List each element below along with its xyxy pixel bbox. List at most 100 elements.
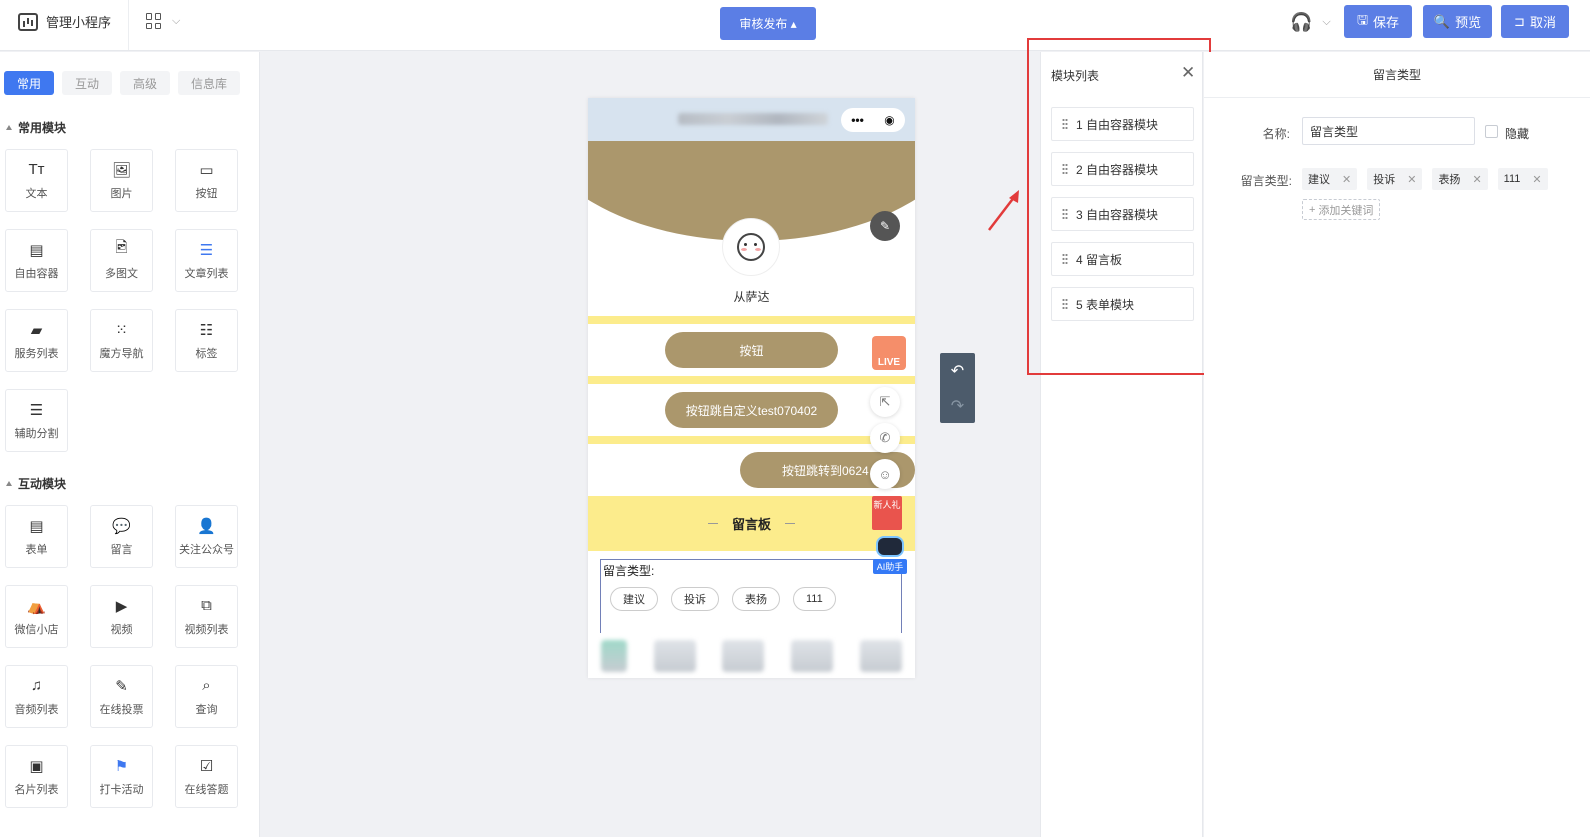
button-icon: ▭ xyxy=(199,161,214,179)
tab-icon[interactable] xyxy=(859,639,902,672)
gift-badge[interactable]: 新人礼 xyxy=(872,496,902,530)
ai-assistant[interactable]: AI助手 xyxy=(870,536,910,574)
module-free-container[interactable]: ▤ 自由容器 xyxy=(5,229,68,292)
tab-icon[interactable] xyxy=(653,639,696,672)
close-icon[interactable]: ✕ xyxy=(1472,173,1481,186)
module-checkin[interactable]: ⚑ 打卡活动 xyxy=(90,745,153,808)
search-icon: 🔍 xyxy=(1433,13,1451,29)
name-input[interactable]: 留言类型 xyxy=(1302,117,1475,145)
module-card-list[interactable]: ▣ 名片列表 xyxy=(5,745,68,808)
module-article-list[interactable]: ☰ 文章列表 xyxy=(175,229,238,292)
close-icon[interactable]: ✕ xyxy=(1342,173,1351,186)
message-type-label: 留言类型: xyxy=(603,564,655,578)
close-icon[interactable]: ✕ xyxy=(1532,173,1541,186)
chevron-down-icon: ⌵ xyxy=(1322,16,1331,28)
module-label: 查询 xyxy=(195,703,218,716)
tab-advanced[interactable]: 高级 xyxy=(120,71,171,95)
module-button[interactable]: ▭ 按钮 xyxy=(175,149,238,212)
avatar[interactable] xyxy=(722,218,780,276)
module-magic-nav[interactable]: ⁙ 魔方导航 xyxy=(90,309,153,372)
module-video-list[interactable]: ⧉ 视频列表 xyxy=(175,585,238,648)
more-icon: ••• xyxy=(851,113,864,127)
chip[interactable]: 投诉 xyxy=(671,587,719,611)
message-type-chips: 建议 投诉 表扬 111 xyxy=(610,587,836,611)
module-message[interactable]: 💬 留言 xyxy=(90,505,153,568)
module-image[interactable]: 🖼 图片 xyxy=(90,149,153,212)
tab-home-icon[interactable] xyxy=(601,639,628,672)
phone-button-2[interactable]: 按钮跳自定义test070402 xyxy=(665,392,838,428)
chip[interactable]: 111 xyxy=(793,587,836,611)
app-switcher[interactable]: ⌵ xyxy=(146,13,180,29)
module-multi-image[interactable]: 🖻 多图文 xyxy=(90,229,153,292)
module-audio-list[interactable]: ♫ 音频列表 xyxy=(5,665,68,728)
undo-icon: ↶ xyxy=(950,362,965,380)
module-label: 文本 xyxy=(25,187,48,200)
module-video[interactable]: ▶ 视频 xyxy=(90,585,153,648)
module-label: 视频 xyxy=(110,623,133,636)
plus-icon: + xyxy=(1309,203,1316,216)
hide-checkbox[interactable] xyxy=(1485,125,1498,138)
tab-icon[interactable] xyxy=(722,639,765,672)
collapse-icon xyxy=(6,125,12,130)
divider xyxy=(707,523,718,524)
support-menu[interactable]: 🎧 ⌵ xyxy=(1290,12,1331,33)
module-follow-account[interactable]: 👤 关注公众号 xyxy=(175,505,238,568)
save-icon: 🖫 xyxy=(1356,11,1369,27)
section-common-title[interactable]: 常用模块 xyxy=(6,119,66,136)
share-icon[interactable]: ⇱ xyxy=(870,387,900,417)
module-vote[interactable]: ✎ 在线投票 xyxy=(90,665,153,728)
wechat-icon[interactable]: ☺ xyxy=(870,459,900,489)
image-icon: 🖼 xyxy=(111,161,132,179)
module-quiz[interactable]: ☑ 在线答题 xyxy=(175,745,238,808)
grid-icon xyxy=(146,13,162,29)
live-badge[interactable]: LIVE xyxy=(872,336,906,370)
tag-label: 建议 xyxy=(1308,174,1330,186)
keyword-tag: 投诉 ✕ xyxy=(1367,168,1423,190)
chip[interactable]: 建议 xyxy=(610,587,658,611)
add-keyword-button[interactable]: + 添加关键词 xyxy=(1302,199,1381,220)
keyword-tag: 111 ✕ xyxy=(1497,168,1548,190)
headset-icon: 🎧 xyxy=(1290,12,1313,32)
live-label: LIVE xyxy=(877,357,901,368)
module-tag[interactable]: ☷ 标签 xyxy=(175,309,238,372)
cancel-button[interactable]: ⊐ 取消 xyxy=(1501,5,1569,38)
module-query[interactable]: ⌕ 查询 xyxy=(175,665,238,728)
redo-button[interactable]: ↷ xyxy=(940,388,975,423)
section-interactive-title[interactable]: 互动模块 xyxy=(6,475,66,492)
module-form[interactable]: ▤ 表单 xyxy=(5,505,68,568)
message-board-banner: 留言板 xyxy=(588,496,915,551)
module-label: 在线投票 xyxy=(99,703,144,716)
brand[interactable]: 管理小程序 xyxy=(18,12,111,31)
highlight-box xyxy=(1027,38,1211,375)
history-controls: ↶ ↷ xyxy=(940,353,975,423)
message-board-title: 留言板 xyxy=(731,517,771,532)
edit-icon[interactable]: ✎ xyxy=(870,211,900,241)
phone-button-1[interactable]: 按钮 xyxy=(665,332,838,368)
card-icon: ▣ xyxy=(29,757,44,775)
tab-common[interactable]: 常用 xyxy=(4,71,55,95)
divider xyxy=(785,523,795,524)
module-text[interactable]: Tт 文本 xyxy=(5,149,68,212)
phone-icon[interactable]: ✆ xyxy=(870,423,900,453)
module-service-list[interactable]: ▰ 服务列表 xyxy=(5,309,68,372)
module-divider[interactable]: ☰ 辅助分割 xyxy=(5,389,68,452)
tab-info-library[interactable]: 信息库 xyxy=(178,71,241,95)
form-icon: ▤ xyxy=(29,517,44,535)
name-input-value: 留言类型 xyxy=(1310,124,1359,139)
tab-interactive[interactable]: 互动 xyxy=(62,71,113,95)
user-name: 从萨达 xyxy=(733,290,770,304)
keyword-tags: 建议 ✕ 投诉 ✕ 表扬 ✕ 111 ✕ xyxy=(1302,168,1548,190)
brand-title: 管理小程序 xyxy=(46,15,112,30)
chart-icon xyxy=(18,12,38,31)
undo-button[interactable]: ↶ xyxy=(940,353,975,388)
publish-button[interactable]: 审核发布 ▴ xyxy=(720,7,816,40)
preview-button[interactable]: 🔍 预览 xyxy=(1423,5,1492,38)
tag-icon: ☷ xyxy=(199,321,214,339)
tab-icon[interactable] xyxy=(791,639,834,672)
quiz-icon: ☑ xyxy=(199,757,214,775)
save-button[interactable]: 🖫 保存 xyxy=(1344,5,1412,38)
close-icon[interactable]: ✕ xyxy=(1407,173,1416,186)
module-label: 多图文 xyxy=(105,267,138,280)
module-wechat-store[interactable]: ⛺ 微信小店 xyxy=(5,585,68,648)
chip[interactable]: 表扬 xyxy=(732,587,780,611)
